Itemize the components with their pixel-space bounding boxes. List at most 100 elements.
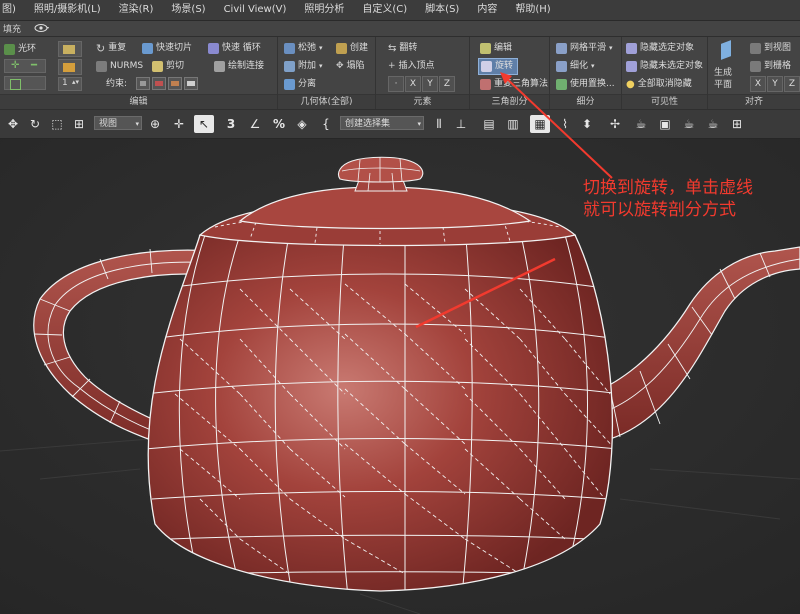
- swift-loop-button[interactable]: [58, 41, 82, 57]
- align-x-button[interactable]: X: [750, 75, 766, 92]
- curve-editor-icon[interactable]: ⌇: [556, 115, 574, 133]
- swift-loop-icon: [63, 45, 75, 54]
- group-label-edit: 编辑: [0, 94, 277, 109]
- align-y-button[interactable]: Y: [767, 75, 783, 92]
- edit-triangulation-label: 编辑: [494, 43, 513, 53]
- menu-item-scene[interactable]: 场景(S): [162, 0, 214, 20]
- tessellate-button[interactable]: 细化 ▾: [556, 59, 595, 74]
- scene-explorer-icon[interactable]: ▤: [480, 115, 498, 133]
- constraint-face-button[interactable]: [168, 77, 182, 90]
- ribbon-tab-row: 填充: [0, 21, 800, 37]
- use-displacement-button[interactable]: 使用置换...: [556, 77, 615, 92]
- schematic-view-icon[interactable]: ⬍: [578, 115, 596, 133]
- snap-toggle-icon[interactable]: 3: [222, 115, 240, 133]
- repeat-button[interactable]: ↻ 重复: [96, 41, 126, 56]
- render-production-icon[interactable]: ☕: [680, 115, 698, 133]
- menu-item-graph[interactable]: 图): [0, 0, 25, 20]
- turn-button[interactable]: 旋转: [478, 58, 519, 75]
- dropdown-arrow-icon: ▾: [319, 44, 323, 52]
- spinner-snap-icon[interactable]: ◈: [294, 115, 310, 133]
- material-editor-icon[interactable]: ✢: [606, 115, 624, 133]
- selection-filter-icon[interactable]: ⊞: [70, 115, 88, 133]
- mirror-reset-button[interactable]: ·: [388, 75, 404, 92]
- eye-icon[interactable]: [34, 23, 50, 33]
- dropdown-arrow-icon: ▾: [319, 62, 323, 70]
- percent-snap-icon[interactable]: %: [270, 115, 288, 133]
- unhide-all-button[interactable]: ● 全部取消隐藏: [626, 77, 692, 92]
- quickslice-button[interactable]: 快速切片: [142, 41, 192, 56]
- axis-z-button[interactable]: Z: [439, 75, 455, 92]
- menu-item-help[interactable]: 帮助(H): [506, 0, 559, 20]
- keyboard-shortcut-toggle-icon[interactable]: ↖: [194, 115, 214, 133]
- detach-button[interactable]: 分离: [284, 77, 316, 92]
- constraint-edge-button[interactable]: [152, 77, 166, 90]
- edit-named-selection-icon[interactable]: {: [318, 115, 334, 133]
- retriangulate-button[interactable]: 重复三角算法: [480, 77, 548, 92]
- cut-button[interactable]: 剪切: [152, 59, 184, 74]
- attach-button[interactable]: 附加 ▾: [284, 59, 323, 74]
- group-label-triangulation: 三角剖分: [470, 94, 549, 109]
- ring-label: 光环: [18, 44, 37, 54]
- turn-icon: [481, 61, 492, 72]
- to-grid-icon: [750, 61, 761, 72]
- collapse-button[interactable]: ✥ 塌陷: [336, 59, 365, 74]
- render-setup-icon[interactable]: ☕: [632, 115, 650, 133]
- insert-vertex-icon: +: [388, 61, 396, 71]
- align-z-button[interactable]: Z: [784, 75, 800, 92]
- edit-triangulation-button[interactable]: 编辑: [480, 41, 512, 56]
- hide-selected-button[interactable]: 隐藏选定对象: [626, 41, 694, 56]
- collapse-icon: ✥: [336, 61, 344, 71]
- menu-item-lights-cameras[interactable]: 照明/摄影机(L): [25, 0, 110, 20]
- constraint-normal-button[interactable]: [184, 77, 198, 90]
- align-icon[interactable]: ⊥: [452, 115, 470, 133]
- retriangulate-label: 重复三角算法: [494, 79, 549, 89]
- create-button[interactable]: 创建: [336, 41, 368, 56]
- menu-item-customize[interactable]: 自定义(C): [353, 0, 416, 20]
- menu-item-civil-view[interactable]: Civil View(V): [215, 0, 296, 20]
- rendered-frame-window-icon[interactable]: ▣: [656, 115, 674, 133]
- paint-deform-button[interactable]: [58, 59, 82, 75]
- menu-item-scripting[interactable]: 脚本(S): [416, 0, 468, 20]
- toggle-ribbon-icon[interactable]: ▦: [530, 115, 550, 133]
- menu-item-content[interactable]: 内容: [468, 0, 506, 20]
- grid-toggle-button[interactable]: [4, 76, 46, 90]
- axis-y-button[interactable]: Y: [422, 75, 438, 92]
- to-grid-button[interactable]: 到栅格: [750, 59, 791, 74]
- make-planar-button[interactable]: 生成 平面: [712, 39, 742, 93]
- insert-vertex-button[interactable]: + 插入顶点: [388, 59, 435, 74]
- reference-coordinate-dropdown[interactable]: 视图 ▾: [94, 116, 142, 130]
- meshsmooth-button[interactable]: 网格平滑 ▾: [556, 41, 613, 56]
- mirror-icon[interactable]: ⫴: [430, 115, 448, 133]
- render-grid-icon[interactable]: ⊞: [728, 115, 746, 133]
- to-view-button[interactable]: 到视图: [750, 41, 791, 56]
- dropdown-arrow-icon: ▾: [135, 120, 139, 128]
- nurms-button[interactable]: NURMS: [96, 59, 143, 74]
- ring-button[interactable]: 光环: [4, 42, 36, 57]
- select-manipulate-icon[interactable]: ✛: [170, 115, 188, 133]
- named-selection-sets-dropdown[interactable]: 创建选择集 ▾: [340, 116, 424, 130]
- collapse-label: 塌陷: [346, 61, 365, 71]
- displacement-icon: [556, 79, 567, 90]
- rotate-icon[interactable]: ↻: [26, 115, 44, 133]
- plus-icon: ✛: [11, 60, 20, 71]
- move-icon[interactable]: ✥: [4, 115, 22, 133]
- perspective-viewport[interactable]: 切换到旋转，单击虚线 就可以旋转剖分方式: [0, 139, 800, 614]
- render-iterative-icon[interactable]: ☕: [704, 115, 722, 133]
- paintconnect-button[interactable]: 绘制连接: [214, 59, 264, 74]
- relax-button[interactable]: 松弛 ▾: [284, 41, 323, 56]
- tab-fill[interactable]: 填充: [0, 22, 24, 35]
- menu-item-lighting-analysis[interactable]: 照明分析: [295, 0, 353, 20]
- constraint-none-button[interactable]: [136, 77, 150, 90]
- quickloop-button[interactable]: 快速 循环: [208, 41, 261, 56]
- scale-icon[interactable]: ⬚: [48, 115, 66, 133]
- quickloop-label: 快速 循环: [222, 43, 261, 53]
- layer-explorer-icon[interactable]: ▥: [504, 115, 522, 133]
- loop-tool-button[interactable]: ✛ ━: [4, 59, 46, 73]
- menu-item-rendering[interactable]: 渲染(R): [110, 0, 163, 20]
- axis-x-button[interactable]: X: [405, 75, 421, 92]
- iterations-spinner[interactable]: 1 ▴▾: [58, 77, 82, 91]
- flip-button[interactable]: ⇆ 翻转: [388, 41, 417, 56]
- pivot-center-icon[interactable]: ⊕: [146, 115, 164, 133]
- angle-snap-icon[interactable]: ∠: [246, 115, 264, 133]
- hide-unselected-button[interactable]: 隐藏未选定对象: [626, 59, 703, 74]
